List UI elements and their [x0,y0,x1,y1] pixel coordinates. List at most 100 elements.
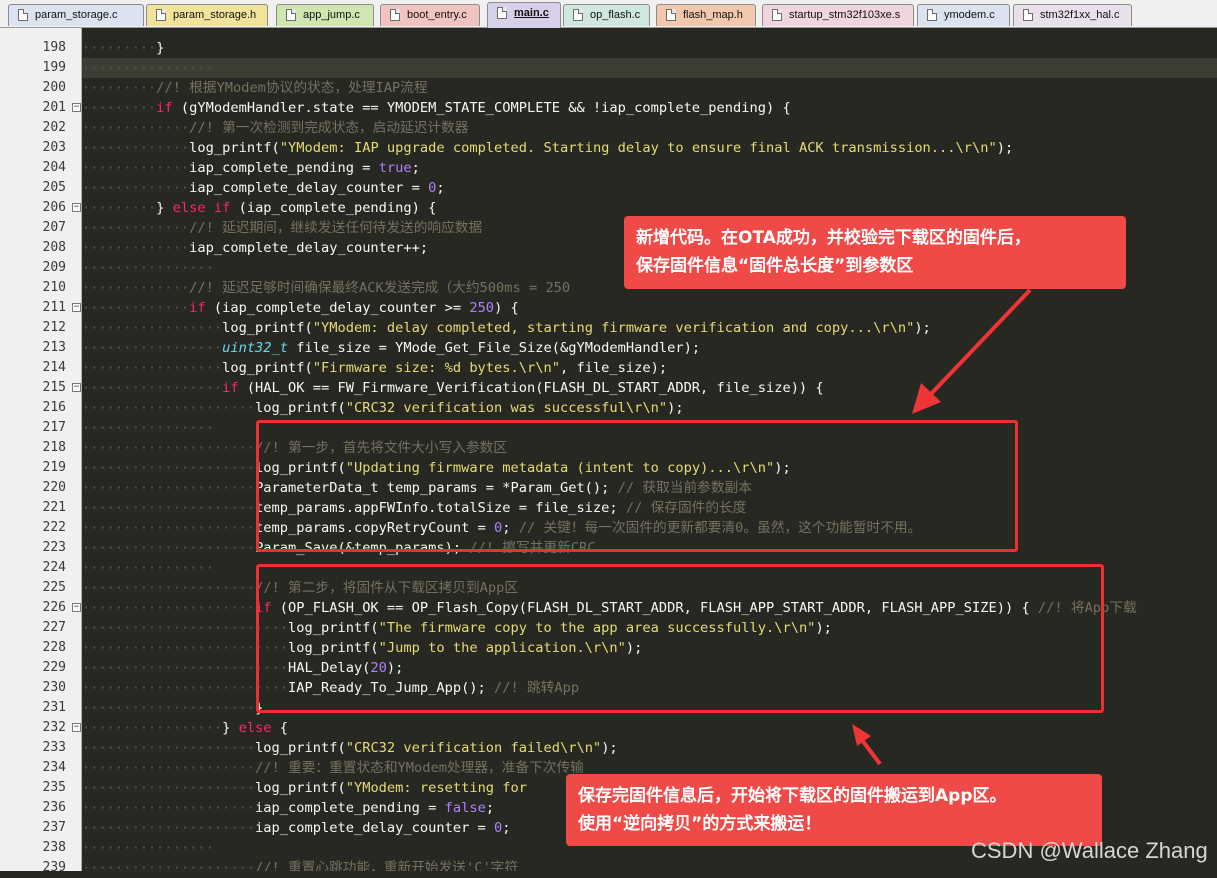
code-token: false [444,800,486,816]
code-token: else [238,720,272,736]
tab-startup-stm32f103xe-s[interactable]: startup_stm32f103xe.s [762,4,914,26]
callout-new-code: 新增代码。在OTA成功，并校验完下载区的固件后， 保存固件信息“固件总长度”到参… [624,216,1126,289]
code-token: "CRC32 verification was successful\r\n" [345,400,668,416]
fold-toggle-icon[interactable]: − [72,103,81,112]
code-token: //! 重置心跳功能，重新开始发送'C'字符 [255,860,519,871]
tab-label: app_jump.c [303,9,360,21]
line-number: 202 [42,120,66,135]
indent-whitespace: ················ [82,840,214,856]
code-token: //! 延迟足够时间确保最终ACK发送完成（大约500ms = 250 [189,280,571,296]
line-number: 230 [42,680,66,695]
code-token: if [156,100,173,116]
tab-label: param_storage.h [173,9,257,21]
fold-toggle-icon[interactable]: − [72,383,81,392]
line-number: 204 [42,160,66,175]
indent-whitespace: ················ [82,260,214,276]
line-number: 211 [42,300,66,315]
indent-whitespace: ················· [82,360,223,376]
indent-whitespace: ········· [82,40,157,56]
code-token: (iap_complete_delay_counter >= [205,300,470,316]
line-number: 238 [42,840,66,855]
indent-whitespace: ····················· [82,800,256,816]
tab-param-storage-c[interactable]: param_storage.c [8,4,144,26]
code-line: ·····················} [82,698,263,718]
tab-label: startup_stm32f103xe.s [789,9,901,21]
tab-param-storage-h[interactable]: param_storage.h [146,4,268,26]
code-line: ·····················//! 重置心跳功能，重新开始发送'C… [82,858,518,871]
indent-whitespace: ············· [82,300,190,316]
code-token: iap_complete_delay_counter = [255,820,495,836]
code-token: ); [914,320,931,336]
fold-toggle-icon[interactable]: − [72,603,81,612]
tab-label: boot_entry.c [407,9,467,21]
line-number: 222 [42,520,66,535]
code-token: ) { [494,300,519,316]
line-number: 233 [42,740,66,755]
tab-stm32f1xx-hal-c[interactable]: stm32f1xx_hal.c [1013,4,1132,26]
code-token: ); [996,140,1014,156]
line-number: 212 [42,320,66,335]
file-icon [666,9,676,21]
code-token: log_printf( [255,740,346,756]
line-number: 239 [42,860,66,875]
code-line: ·············log_printf("YModem: IAP upg… [82,138,1013,158]
code-token: } [222,720,239,736]
code-line: ·················if (HAL_OK == FW_Firmwa… [82,378,824,398]
code-token: iap_complete_delay_counter++; [189,240,429,256]
code-token: else if [172,200,231,216]
line-number: 224 [42,560,66,575]
code-token: "YModem: IAP upgrade completed. Starting… [279,140,997,156]
line-number: 205 [42,180,66,195]
code-line: ·············if (iap_complete_delay_coun… [82,298,519,318]
code-line: ················ [82,58,214,78]
indent-whitespace: ····················· [82,600,256,616]
line-number: 220 [42,480,66,495]
code-line: ·········} else if (iap_complete_pending… [82,198,436,218]
line-number: 218 [42,440,66,455]
line-number: 225 [42,580,66,595]
code-line: ·········} [82,38,164,58]
watermark: CSDN @Wallace Zhang [971,838,1208,863]
code-token: //! 第一次检测到完成状态，启动延迟计数器 [189,120,469,136]
indent-whitespace: ················· [82,320,223,336]
code-token: if [189,300,206,316]
highlight-box-flash-copy [256,564,1104,713]
current-line-highlight [82,58,1217,78]
code-line: ·············//! 延迟期间，继续发送任何待发送的响应数据 [82,218,482,238]
fold-toggle-icon[interactable]: − [72,303,81,312]
code-line: ·············//! 延迟足够时间确保最终ACK发送完成（大约500… [82,278,570,298]
tab-ymodem-c[interactable]: ymodem.c [917,4,1010,26]
code-line: ·····················log_printf("CRC32 v… [82,738,618,758]
file-icon [390,9,400,21]
file-icon [497,7,507,19]
code-line: ················ [82,558,214,578]
code-token: true [378,160,412,176]
indent-whitespace: ············· [82,120,190,136]
line-number: 206 [42,200,66,215]
line-number: 219 [42,460,66,475]
code-line: ················ [82,418,214,438]
code-token: ); [601,740,618,756]
tab-app-jump-c[interactable]: app_jump.c [276,4,374,26]
code-token: //! 延迟期间，继续发送任何待发送的响应数据 [189,220,483,236]
line-number: 200 [42,80,66,95]
tab-op-flash-c[interactable]: op_flash.c [563,4,650,26]
line-number: 227 [42,620,66,635]
tab-boot-entry-c[interactable]: boot_entry.c [380,4,480,26]
tab-main-c[interactable]: main.c [487,2,561,28]
indent-whitespace: ················· [82,380,223,396]
line-number: 208 [42,240,66,255]
code-line: ·················log_printf("YModem: del… [82,318,931,338]
indent-whitespace: ············· [82,180,190,196]
code-token: } [156,200,173,216]
fold-toggle-icon[interactable]: − [72,723,81,732]
code-token: (iap_complete_pending) { [230,200,437,216]
callout-new-code-line1: 新增代码。在OTA成功，并校验完下载区的固件后， [636,228,1031,248]
tab-flash-map-h[interactable]: flash_map.h [656,4,756,26]
code-token: if [222,380,239,396]
line-number: 223 [42,540,66,555]
file-icon [772,9,782,21]
indent-whitespace: ····················· [82,700,256,716]
code-token: ); [667,400,684,416]
fold-toggle-icon[interactable]: − [72,203,81,212]
